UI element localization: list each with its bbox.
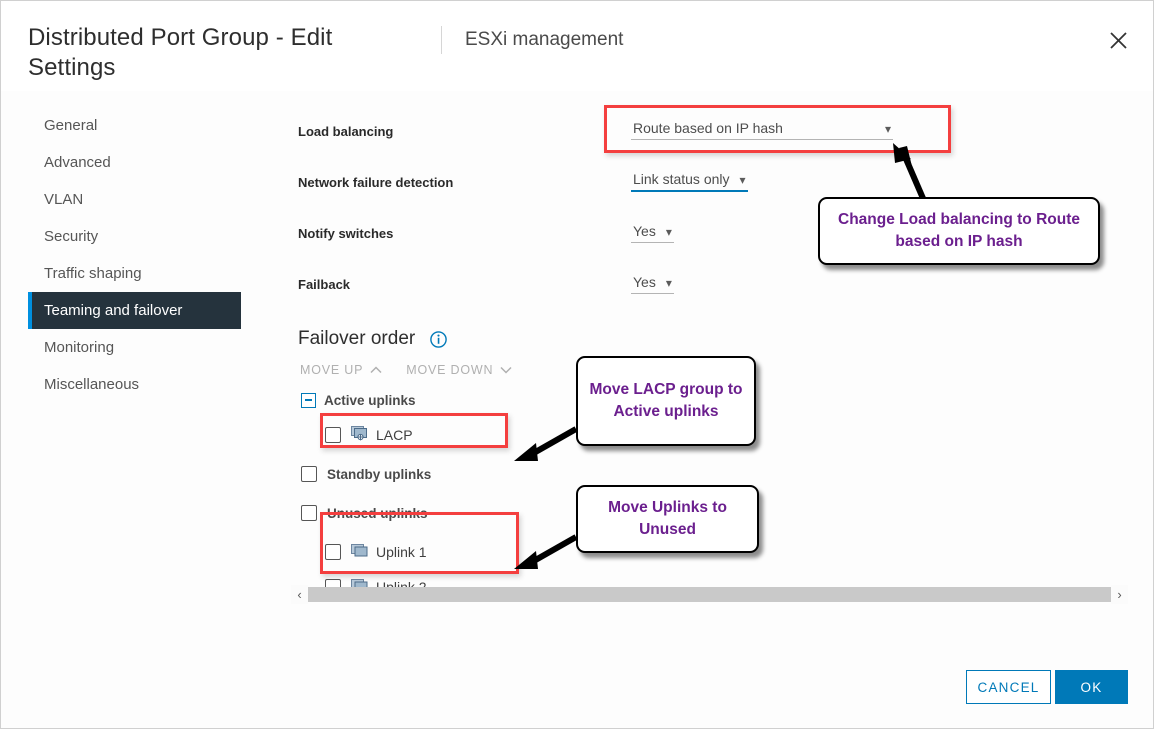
load-balancing-label: Load balancing	[298, 124, 394, 139]
sidebar-item-label: Miscellaneous	[44, 376, 140, 393]
settings-sidebar: General Advanced VLAN Security Traffic s…	[28, 107, 241, 403]
network-failure-detection-value: Link status only	[633, 171, 730, 187]
failover-order-heading: Failover order	[298, 328, 416, 349]
sidebar-item-advanced[interactable]: Advanced	[28, 144, 241, 181]
scrollbar-thumb[interactable]	[308, 587, 1111, 602]
tree-item-label: LACP	[376, 427, 413, 443]
header-divider	[441, 26, 442, 54]
dialog-header: Distributed Port Group - Edit Settings E…	[1, 1, 1153, 91]
failback-select[interactable]: Yes ▾	[631, 274, 674, 294]
failback-value: Yes	[633, 274, 656, 290]
notify-switches-value: Yes	[633, 223, 656, 239]
move-down-button[interactable]: MOVE DOWN	[406, 363, 512, 377]
tree-group-label: Standby uplinks	[327, 466, 432, 482]
sidebar-item-label: Monitoring	[44, 339, 115, 356]
notify-switches-label: Notify switches	[298, 226, 394, 241]
failback-label: Failback	[298, 277, 351, 292]
sidebar-item-label: VLAN	[44, 191, 84, 208]
scroll-left-button[interactable]: ‹	[291, 585, 308, 604]
chevron-right-icon: ›	[1117, 587, 1122, 602]
scrollbar-track[interactable]	[308, 587, 1111, 602]
move-down-label: MOVE DOWN	[406, 363, 494, 377]
sidebar-item-security[interactable]: Security	[28, 218, 241, 255]
info-circle-icon[interactable]	[430, 331, 447, 348]
sidebar-item-traffic-shaping[interactable]: Traffic shaping	[28, 255, 241, 292]
callout-lacp: Move LACP group to Active uplinks	[576, 356, 756, 446]
tree-group-label: Active uplinks	[324, 392, 416, 408]
sidebar-item-label: Teaming and failover	[44, 302, 183, 319]
sidebar-item-miscellaneous[interactable]: Miscellaneous	[28, 366, 241, 403]
standby-uplinks-checkbox[interactable]	[301, 466, 317, 482]
tree-group-label: Unused uplinks	[327, 505, 428, 521]
close-button[interactable]	[1101, 23, 1135, 57]
load-balancing-value: Route based on IP hash	[633, 120, 783, 136]
page-title: Distributed Port Group - Edit Settings	[28, 24, 333, 81]
tree-group-active-uplinks[interactable]: Active uplinks	[301, 389, 531, 411]
chevron-down-icon: ▾	[739, 173, 746, 187]
move-controls: MOVE UP MOVE DOWN	[300, 363, 512, 377]
chevron-left-icon: ‹	[297, 587, 302, 602]
lacp-group-icon	[351, 425, 369, 445]
tree-item-uplink-1[interactable]: Uplink 1	[301, 537, 531, 567]
dialog-subtitle: ESXi management	[465, 29, 624, 50]
sidebar-item-vlan[interactable]: VLAN	[28, 181, 241, 218]
chevron-down-icon: ▾	[665, 276, 672, 290]
move-up-label: MOVE UP	[300, 363, 364, 377]
close-icon	[1109, 31, 1128, 50]
collapse-toggle-icon[interactable]	[301, 392, 316, 408]
network-failure-detection-label: Network failure detection	[298, 175, 454, 190]
ok-button[interactable]: OK	[1055, 670, 1128, 704]
failover-order-tree: Active uplinks LACP Standby uplinks Unus…	[301, 389, 531, 602]
network-failure-detection-select[interactable]: Link status only ▾	[631, 171, 748, 192]
lacp-checkbox[interactable]	[325, 427, 341, 443]
callout-load-balancing: Change Load balancing to Route based on …	[818, 197, 1100, 265]
sidebar-item-label: General	[44, 117, 98, 134]
chevron-up-icon	[370, 363, 382, 377]
sidebar-item-label: Advanced	[44, 154, 111, 171]
scroll-right-button[interactable]: ›	[1111, 585, 1128, 604]
tree-item-label: Uplink 1	[376, 544, 427, 560]
sidebar-item-label: Traffic shaping	[44, 265, 142, 282]
load-balancing-select[interactable]: Route based on IP hash ▾	[631, 120, 893, 140]
sidebar-item-label: Security	[44, 228, 99, 245]
sidebar-item-monitoring[interactable]: Monitoring	[28, 329, 241, 366]
unused-uplinks-checkbox[interactable]	[301, 505, 317, 521]
tree-group-unused-uplinks[interactable]: Unused uplinks	[301, 498, 531, 528]
cancel-button-label: CANCEL	[977, 679, 1040, 695]
cancel-button[interactable]: CANCEL	[966, 670, 1051, 704]
callout-text: Move Uplinks to Unused	[608, 499, 727, 538]
tree-group-standby-uplinks[interactable]: Standby uplinks	[301, 459, 531, 489]
uplink-1-checkbox[interactable]	[325, 544, 341, 560]
ok-button-label: OK	[1080, 679, 1103, 695]
callout-uplinks: Move Uplinks to Unused	[576, 485, 759, 553]
move-up-button[interactable]: MOVE UP	[300, 363, 382, 377]
horizontal-scrollbar[interactable]: ‹ ›	[291, 585, 1128, 604]
chevron-down-icon: ▾	[884, 122, 891, 136]
chevron-down-icon: ▾	[665, 225, 672, 239]
callout-text: Move LACP group to Active uplinks	[589, 381, 743, 420]
tree-item-lacp[interactable]: LACP	[301, 420, 531, 450]
uplink-icon	[351, 543, 369, 561]
chevron-down-icon	[500, 363, 512, 377]
notify-switches-select[interactable]: Yes ▾	[631, 223, 674, 243]
sidebar-item-general[interactable]: General	[28, 107, 241, 144]
sidebar-item-teaming-and-failover[interactable]: Teaming and failover	[28, 292, 241, 329]
edit-settings-dialog: Distributed Port Group - Edit Settings E…	[0, 0, 1154, 729]
callout-text: Change Load balancing to Route based on …	[838, 211, 1080, 250]
